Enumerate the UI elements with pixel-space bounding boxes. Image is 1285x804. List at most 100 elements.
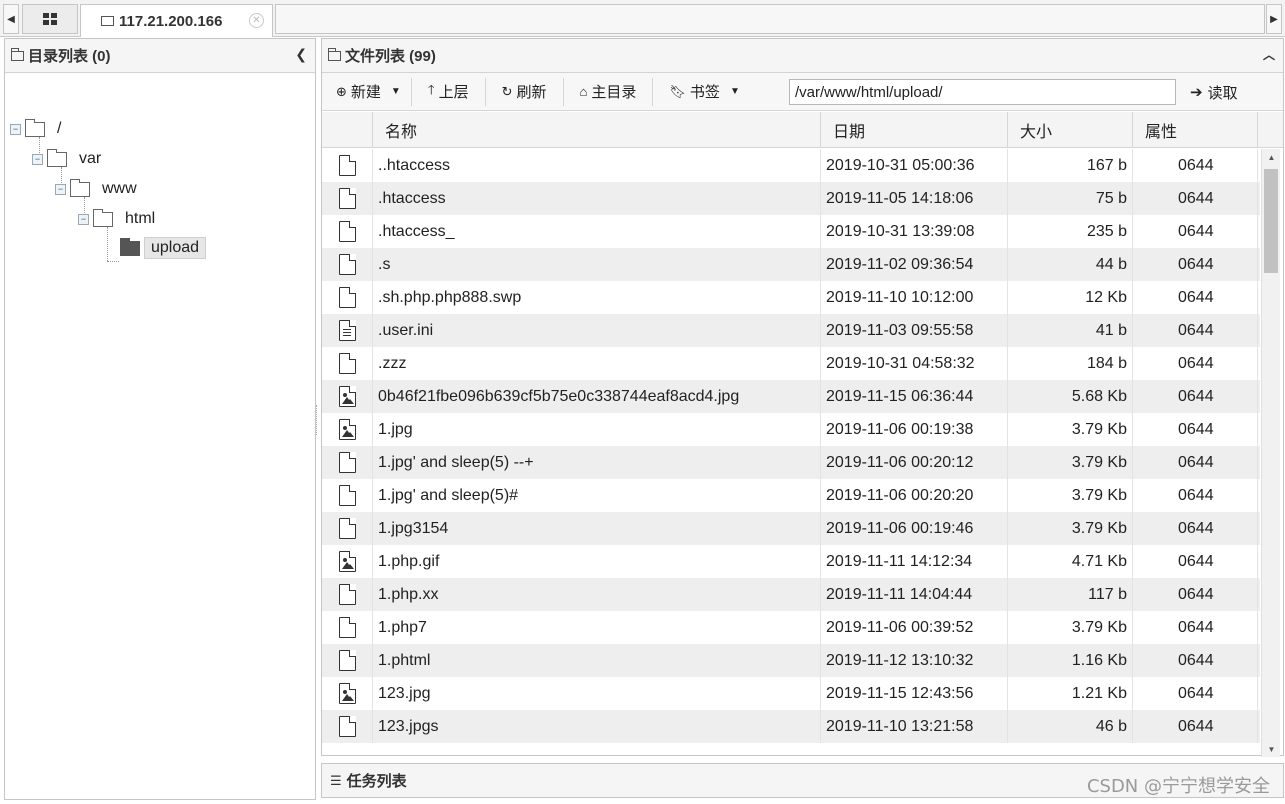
file-row[interactable]: 1.jpg' and sleep(5) --+ 2019-11-06 00:20:… [322, 446, 1260, 479]
tree-toggle-icon[interactable]: − [10, 123, 21, 135]
file-icon [338, 715, 356, 737]
file-date: 2019-11-15 06:36:44 [821, 380, 1008, 413]
file-icon [338, 220, 356, 242]
file-date: 2019-11-06 00:20:20 [821, 479, 1008, 512]
file-attr: 0644 [1133, 479, 1258, 512]
tab-scroll-right-button[interactable]: ▶ [1266, 4, 1282, 34]
file-icon [338, 154, 356, 176]
text-file-icon [338, 319, 356, 341]
home-button[interactable]: ⌂ 主目录 [564, 77, 654, 106]
tree-node-upload[interactable]: upload [120, 237, 207, 259]
file-row[interactable]: 123.jpgs 2019-11-10 13:21:58 46 b 0644 [322, 710, 1260, 743]
refresh-button[interactable]: ↻ 刷新 [486, 77, 564, 106]
collapse-up-icon[interactable]: ︿ [1263, 46, 1275, 63]
tree-node-www[interactable]: − www [55, 178, 137, 200]
file-row[interactable]: ..htaccess 2019-10-31 05:00:36 167 b 0644 [322, 149, 1260, 182]
caret-down-icon: ▼ [729, 86, 740, 97]
scroll-up-arrow-icon[interactable]: ▲ [1262, 149, 1281, 165]
tree-toggle-icon[interactable]: − [78, 213, 89, 225]
file-row[interactable]: .zzz 2019-10-31 04:58:32 184 b 0644 [322, 347, 1260, 380]
tree-toggle-icon[interactable]: − [55, 183, 66, 195]
scrollbar-thumb[interactable] [1264, 169, 1278, 273]
file-attr: 0644 [1133, 644, 1258, 677]
panel-splitter[interactable] [316, 405, 319, 435]
column-name-label: 名称 [385, 124, 418, 141]
column-header-name[interactable]: 名称 [373, 112, 821, 148]
refresh-label: 刷新 [516, 84, 547, 101]
file-attr: 0644 [1133, 182, 1258, 215]
plus-circle-icon: ⊕ [336, 83, 347, 99]
file-icon [338, 286, 356, 308]
file-size: 235 b [1008, 215, 1133, 248]
collapse-left-icon[interactable]: ❮ [295, 46, 307, 63]
grid-icon [43, 13, 57, 25]
file-grid-header: 名称 日期 大小 属性 [322, 112, 1283, 148]
file-date: 2019-10-31 04:58:32 [821, 347, 1008, 380]
tree-node-root[interactable]: − / [10, 118, 61, 140]
file-date: 2019-11-10 10:12:00 [821, 281, 1008, 314]
file-row[interactable]: .s 2019-11-02 09:36:54 44 b 0644 [322, 248, 1260, 281]
tree-connector [107, 261, 119, 262]
bookmark-button[interactable]: 🔖︎ 书签 ▼ [653, 78, 749, 106]
scroll-down-arrow-icon[interactable]: ▼ [1262, 741, 1281, 757]
caret-down-icon: ▼ [390, 86, 401, 97]
file-name: .htaccess_ [373, 215, 821, 248]
file-attr: 0644 [1133, 380, 1258, 413]
folder-icon [101, 16, 114, 26]
tree-toggle-icon[interactable]: − [32, 153, 43, 165]
file-row[interactable]: 1.phtml 2019-11-12 13:10:32 1.16 Kb 0644 [322, 644, 1260, 677]
file-date: 2019-11-06 00:19:46 [821, 512, 1008, 545]
file-icon-cell [322, 446, 373, 479]
file-size: 3.79 Kb [1008, 446, 1133, 479]
image-file-icon [338, 418, 356, 440]
folder-icon [93, 208, 113, 227]
column-header-attr[interactable]: 属性 [1133, 112, 1258, 148]
tab-scroll-left-button[interactable]: ◀ [3, 4, 19, 34]
path-input[interactable] [789, 79, 1176, 105]
file-icon-cell [322, 281, 373, 314]
file-row[interactable]: 1.jpg 2019-11-06 00:19:38 3.79 Kb 0644 [322, 413, 1260, 446]
column-header-size[interactable]: 大小 [1008, 112, 1133, 148]
open-folder-icon [120, 237, 140, 256]
read-button[interactable]: ➔ 读取 [1190, 78, 1238, 106]
file-date: 2019-11-10 13:21:58 [821, 710, 1008, 743]
column-attr-label: 属性 [1145, 124, 1178, 141]
column-header-date[interactable]: 日期 [821, 112, 1008, 148]
file-date: 2019-11-11 14:12:34 [821, 545, 1008, 578]
tree-node-html[interactable]: − html [78, 208, 155, 230]
file-row[interactable]: .sh.php.php888.swp 2019-11-10 10:12:00 12 … [322, 281, 1260, 314]
file-row[interactable]: .user.ini 2019-11-03 09:55:58 41 b 0644 [322, 314, 1260, 347]
file-attr: 0644 [1133, 677, 1258, 710]
tree-connector [107, 227, 108, 261]
tree-node-var[interactable]: − var [32, 148, 101, 170]
tab-grid-home[interactable] [22, 4, 78, 34]
file-name: 1.php.gif [373, 545, 821, 578]
file-row[interactable]: 1.php.gif 2019-11-11 14:12:34 4.71 Kb 0644 [322, 545, 1260, 578]
file-name: 123.jpg [373, 677, 821, 710]
file-size: 3.79 Kb [1008, 413, 1133, 446]
list-icon: ☰ [330, 772, 342, 788]
up-button[interactable]: 🡑 上层 [412, 77, 486, 106]
file-row[interactable]: 1.php7 2019-11-06 00:39:52 3.79 Kb 0644 [322, 611, 1260, 644]
file-date: 2019-11-06 00:19:38 [821, 413, 1008, 446]
tab-host-label: 117.21.200.166 [119, 12, 223, 30]
vertical-scrollbar[interactable]: ▲ ▼ [1261, 149, 1280, 757]
file-row[interactable]: 1.jpg3154 2019-11-06 00:19:46 3.79 Kb 0644 [322, 512, 1260, 545]
file-name: 1.jpg [373, 413, 821, 446]
bookmark-label: 书签 [689, 84, 720, 101]
file-row[interactable]: 0b46f21fbe096b639cf5b75e0c338744eaf8acd4… [322, 380, 1260, 413]
file-row[interactable]: 1.php.xx 2019-11-11 14:04:44 117 b 0644 [322, 578, 1260, 611]
close-tab-icon[interactable]: ✕ [249, 13, 264, 28]
new-button[interactable]: ⊕ 新建 ▼ [322, 77, 412, 106]
file-row[interactable]: .htaccess_ 2019-10-31 13:39:08 235 b 0644 [322, 215, 1260, 248]
file-attr: 0644 [1133, 710, 1258, 743]
file-icon-cell [322, 380, 373, 413]
tab-host[interactable]: 117.21.200.166 ✕ [80, 4, 273, 37]
file-row[interactable]: .htaccess 2019-11-05 14:18:06 75 b 0644 [322, 182, 1260, 215]
file-row[interactable]: 1.jpg' and sleep(5)# 2019-11-06 00:20:20 3… [322, 479, 1260, 512]
file-row[interactable]: 123.jpg 2019-11-15 12:43:56 1.21 Kb 0644 [322, 677, 1260, 710]
file-name: 0b46f21fbe096b639cf5b75e0c338744eaf8acd4… [373, 380, 821, 413]
read-label: 读取 [1207, 84, 1238, 102]
file-attr: 0644 [1133, 347, 1258, 380]
file-icon [338, 583, 356, 605]
